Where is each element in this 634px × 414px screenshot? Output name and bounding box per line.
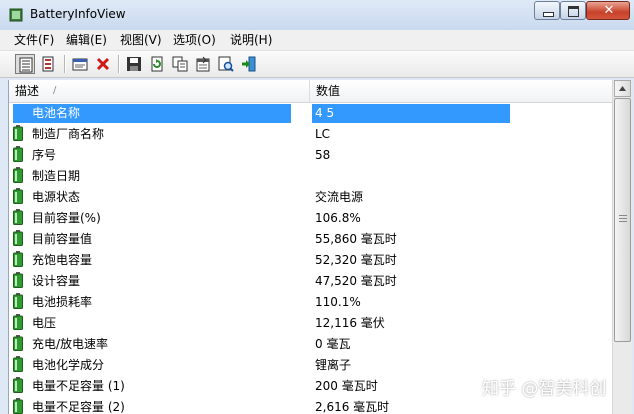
window-title: BatteryInfoView [30, 7, 126, 21]
save-icon [127, 57, 141, 71]
table-row[interactable]: 电量不足容量 (2) 2,616 毫瓦时 [9, 397, 613, 414]
copy-button[interactable] [170, 54, 190, 74]
row-value: 110.1% [315, 295, 361, 309]
refresh-button[interactable] [147, 54, 167, 74]
row-description: 电池化学成分 [32, 358, 105, 372]
save-button[interactable] [124, 54, 144, 74]
menu-edit[interactable]: 编辑(E) [64, 32, 109, 48]
table-row[interactable]: 序号 58 [9, 145, 613, 166]
view-list-button[interactable] [38, 54, 58, 74]
battery-info-list[interactable]: 描述 / 数值 电池名称 4 5 制造厂商名称 LC 序号 58 制造日期电源状态 交流电源目… [8, 80, 613, 414]
row-description: 制造日期 [32, 169, 81, 183]
row-description: 电池损耗率 [32, 295, 93, 309]
refresh-icon [151, 56, 163, 72]
table-row[interactable]: 充电/放电速率 0 毫瓦 [9, 334, 613, 355]
table-row[interactable]: 制造日期 [9, 166, 613, 187]
table-row[interactable]: 电池名称 4 5 [9, 103, 613, 124]
sort-indicator: / [53, 85, 57, 96]
menu-options[interactable]: 选项(O) [171, 32, 218, 48]
row-value: 4 5 [312, 104, 510, 123]
row-value: 锂离子 [315, 358, 352, 372]
row-description: 目前容量值 [32, 232, 93, 246]
row-description: 制造厂商名称 [32, 127, 105, 141]
row-value: 12,116 毫伏 [315, 316, 385, 330]
table-row[interactable]: 电源状态 交流电源 [9, 187, 613, 208]
toolbar [0, 51, 634, 78]
delete-icon [96, 57, 110, 71]
menu-bar: 文件(F) 编辑(E) 视图(V) 选项(O) 说明(H) [0, 30, 634, 51]
menu-view[interactable]: 视图(V) [118, 32, 164, 48]
watermark: 知乎 @智美科创 [482, 379, 607, 399]
column-header-description-label: 描述 [15, 84, 40, 98]
maximize-icon [568, 6, 579, 17]
row-description: 设计容量 [32, 274, 81, 288]
row-value: LC [315, 127, 331, 141]
table-row[interactable]: 电池损耗率 110.1% [9, 292, 613, 313]
app-window: BatteryInfoView ✕ 文件(F) 编辑(E) 视图(V) 选项(O… [0, 0, 634, 414]
html-report-icon [72, 58, 88, 71]
menu-help[interactable]: 说明(H) [228, 32, 274, 48]
row-value: 52,320 毫瓦时 [315, 253, 397, 267]
column-header-description[interactable]: 描述 / [9, 80, 310, 102]
toolbar-separator [64, 55, 66, 73]
battery-app-icon [9, 8, 23, 22]
column-header-value[interactable]: 数值 [310, 80, 613, 102]
row-value: 0 毫瓦 [315, 337, 351, 351]
row-description: 电量不足容量 (2) [32, 400, 125, 414]
table-row[interactable]: 目前容量(%) 106.8% [9, 208, 613, 229]
close-button[interactable]: ✕ [586, 1, 630, 20]
delete-button[interactable] [93, 54, 113, 74]
view-details-button[interactable] [15, 54, 35, 74]
thumb-grip [619, 218, 627, 219]
close-icon: ✕ [603, 3, 615, 18]
properties-icon [196, 56, 210, 72]
view-list-icon [42, 56, 54, 72]
row-description: 电源状态 [32, 190, 81, 204]
row-value [312, 167, 510, 186]
row-description: 电压 [32, 316, 57, 330]
row-value: 106.8% [315, 211, 361, 225]
row-description: 序号 [32, 148, 57, 162]
chevron-up-icon [619, 86, 626, 91]
row-description: 目前容量(%) [32, 211, 101, 225]
maximize-button[interactable] [560, 1, 586, 20]
table-row[interactable]: 制造厂商名称 LC [9, 124, 613, 145]
scroll-thumb[interactable] [614, 98, 631, 342]
thumb-grip [619, 215, 627, 216]
minimize-button[interactable] [534, 1, 560, 20]
column-header-value-label: 数值 [316, 84, 341, 98]
exit-icon [242, 56, 256, 72]
minimize-icon [543, 12, 554, 17]
list-header: 描述 / 数值 [9, 80, 613, 103]
view-details-icon [19, 57, 33, 73]
properties-button[interactable] [193, 54, 213, 74]
table-row[interactable]: 设计容量 47,520 毫瓦时 [9, 271, 613, 292]
row-description: 电量不足容量 (1) [32, 379, 125, 393]
row-value: 2,616 毫瓦时 [315, 400, 390, 414]
thumb-grip [619, 221, 627, 222]
find-button[interactable] [216, 54, 236, 74]
table-row[interactable]: 目前容量值 55,860 毫瓦时 [9, 229, 613, 250]
exit-button[interactable] [239, 54, 259, 74]
title-bar[interactable]: BatteryInfoView ✕ [0, 0, 634, 30]
row-value: 58 [315, 148, 331, 162]
table-row[interactable]: 电压 12,116 毫伏 [9, 313, 613, 334]
row-description: 电池名称 [13, 104, 291, 123]
html-report-button[interactable] [70, 54, 90, 74]
menu-file[interactable]: 文件(F) [12, 32, 56, 48]
row-description: 充饱电容量 [32, 253, 93, 267]
scroll-up-button[interactable] [614, 80, 631, 97]
table-row[interactable]: 电池化学成分 锂离子 [9, 355, 613, 376]
find-icon [218, 56, 234, 72]
copy-icon [172, 56, 188, 72]
row-description: 充电/放电速率 [32, 337, 109, 351]
row-value: 交流电源 [315, 190, 364, 204]
table-row[interactable]: 充饱电容量 52,320 毫瓦时 [9, 250, 613, 271]
row-value: 47,520 毫瓦时 [315, 274, 397, 288]
toolbar-separator [118, 55, 120, 73]
row-value: 200 毫瓦时 [315, 379, 378, 393]
vertical-scrollbar[interactable] [612, 80, 632, 414]
row-value: 55,860 毫瓦时 [315, 232, 397, 246]
